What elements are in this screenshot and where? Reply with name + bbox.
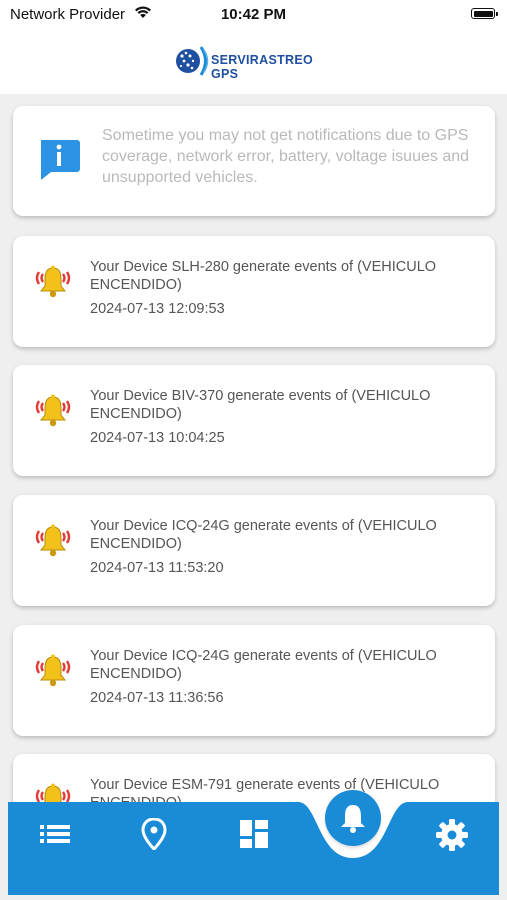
brand-suffix: GPS bbox=[211, 67, 239, 81]
alarm-bell-icon bbox=[33, 393, 73, 434]
notification-timestamp: 2024-07-13 12:09:53 bbox=[90, 301, 225, 317]
clock: 10:42 PM bbox=[220, 6, 287, 23]
notification-timestamp: 2024-07-13 10:04:25 bbox=[90, 430, 225, 446]
info-icon bbox=[37, 136, 81, 185]
notification-card[interactable]: Your Device ICQ-24G generate events of (… bbox=[13, 625, 495, 736]
notification-message: Your Device ICQ-24G generate events of (… bbox=[90, 518, 437, 552]
servirastreo-logo: SERVIRASTREO GPS bbox=[174, 44, 344, 81]
bottom-navigation-bar bbox=[0, 802, 507, 900]
status-bar: Network Provider 10:42 PM bbox=[0, 0, 507, 30]
info-notice-card: Sometime you may not get notifications d… bbox=[13, 106, 495, 216]
brand-title: SERVIRASTREO bbox=[211, 53, 314, 67]
notification-card[interactable]: Your Device SLH-280 generate events of (… bbox=[13, 236, 495, 347]
notification-message: Your Device BIV-370 generate events of (… bbox=[90, 388, 431, 422]
alarm-bell-icon bbox=[33, 653, 73, 694]
notification-card[interactable]: Your Device ICQ-24G generate events of (… bbox=[13, 495, 495, 606]
app-header: SERVIRASTREO GPS bbox=[0, 30, 507, 94]
bell-icon bbox=[341, 805, 365, 833]
dashboard-icon[interactable] bbox=[240, 820, 268, 853]
brand-name: SERVIRASTREO GPS bbox=[211, 53, 344, 81]
alarm-bell-icon bbox=[33, 523, 73, 564]
notification-timestamp: 2024-07-13 11:53:20 bbox=[90, 560, 224, 576]
battery-icon bbox=[471, 8, 498, 19]
notification-message: Your Device SLH-280 generate events of (… bbox=[90, 259, 437, 293]
globe-logo-icon bbox=[176, 46, 209, 76]
notification-message: Your Device ICQ-24G generate events of (… bbox=[90, 648, 437, 682]
notification-card[interactable]: Your Device BIV-370 generate events of (… bbox=[13, 365, 495, 476]
info-notice-text: Sometime you may not get notifications d… bbox=[102, 127, 470, 186]
location-pin-icon[interactable] bbox=[141, 817, 167, 855]
notification-timestamp: 2024-07-13 11:36:56 bbox=[90, 690, 224, 706]
notifications-tab-button[interactable] bbox=[325, 790, 381, 846]
list-icon[interactable] bbox=[40, 824, 70, 849]
gear-icon[interactable] bbox=[436, 819, 468, 856]
alarm-bell-icon bbox=[33, 264, 73, 305]
